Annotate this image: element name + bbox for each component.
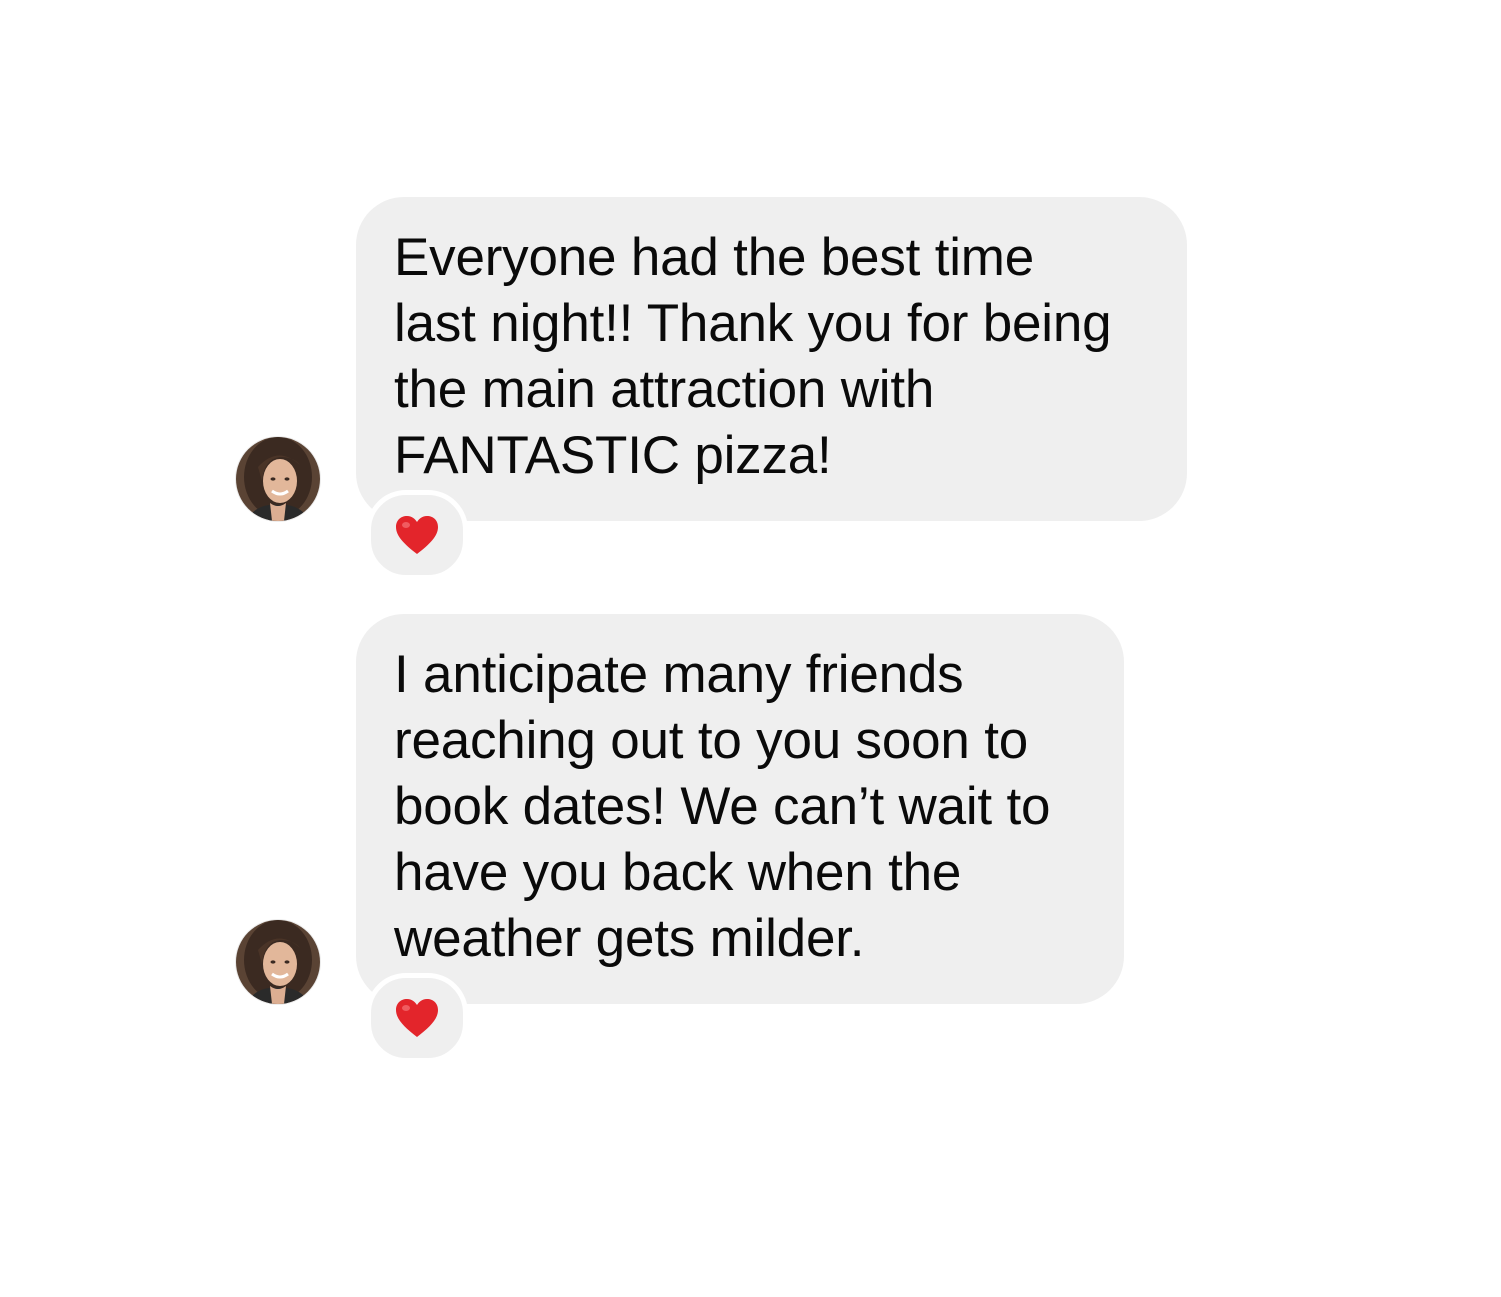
reaction-badge[interactable] <box>366 973 468 1063</box>
heart-icon <box>396 516 438 554</box>
avatar-photo <box>236 437 320 521</box>
avatar[interactable] <box>236 437 320 521</box>
message-text: I anticipate many friends reaching out t… <box>394 645 1051 968</box>
message-bubble[interactable]: Everyone had the best time last night!! … <box>356 197 1187 521</box>
heart-icon <box>396 999 438 1037</box>
reaction-badge[interactable] <box>366 490 468 580</box>
avatar[interactable] <box>236 920 320 1004</box>
message-bubble[interactable]: I anticipate many friends reaching out t… <box>356 614 1124 1004</box>
avatar-photo <box>236 920 320 1004</box>
message-text: Everyone had the best time last night!! … <box>394 228 1112 485</box>
